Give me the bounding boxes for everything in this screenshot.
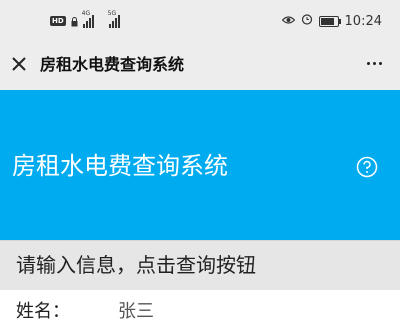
help-icon[interactable] xyxy=(356,156,378,178)
battery-icon xyxy=(318,15,341,27)
eye-icon xyxy=(281,14,295,29)
more-icon[interactable] xyxy=(367,62,382,65)
name-value[interactable]: 张三 xyxy=(118,300,154,324)
status-right: 10:24 xyxy=(281,12,382,30)
net-4g-label: 4G xyxy=(81,10,91,17)
window-title: 房租水电费查询系统 xyxy=(40,55,185,74)
lock-icon xyxy=(71,12,78,31)
signal-5g-icon: 5G xyxy=(108,10,120,28)
name-label: 姓名： xyxy=(16,301,70,322)
close-icon[interactable] xyxy=(8,53,30,75)
signal-4g-icon: 4G xyxy=(82,10,94,28)
status-time: 10:24 xyxy=(344,13,382,29)
net-5g-label: 5G xyxy=(107,10,117,17)
alarm-icon xyxy=(301,13,313,29)
hero-title: 房租水电费查询系统 xyxy=(12,152,228,180)
hd-badge: HD xyxy=(50,16,66,26)
battery-fill xyxy=(320,17,334,25)
prompt-text: 请输入信息，点击查询按钮 xyxy=(16,253,256,277)
title-bar: 房租水电费查询系统 xyxy=(0,40,400,90)
name-field-row: 姓名： 张三 xyxy=(0,290,400,330)
hero-banner: 房租水电费查询系统 xyxy=(0,90,400,240)
status-bar: HD 4G 5G 10:24 xyxy=(0,0,400,40)
prompt-section: 请输入信息，点击查询按钮 xyxy=(0,240,400,290)
status-left: HD 4G 5G xyxy=(50,10,120,31)
